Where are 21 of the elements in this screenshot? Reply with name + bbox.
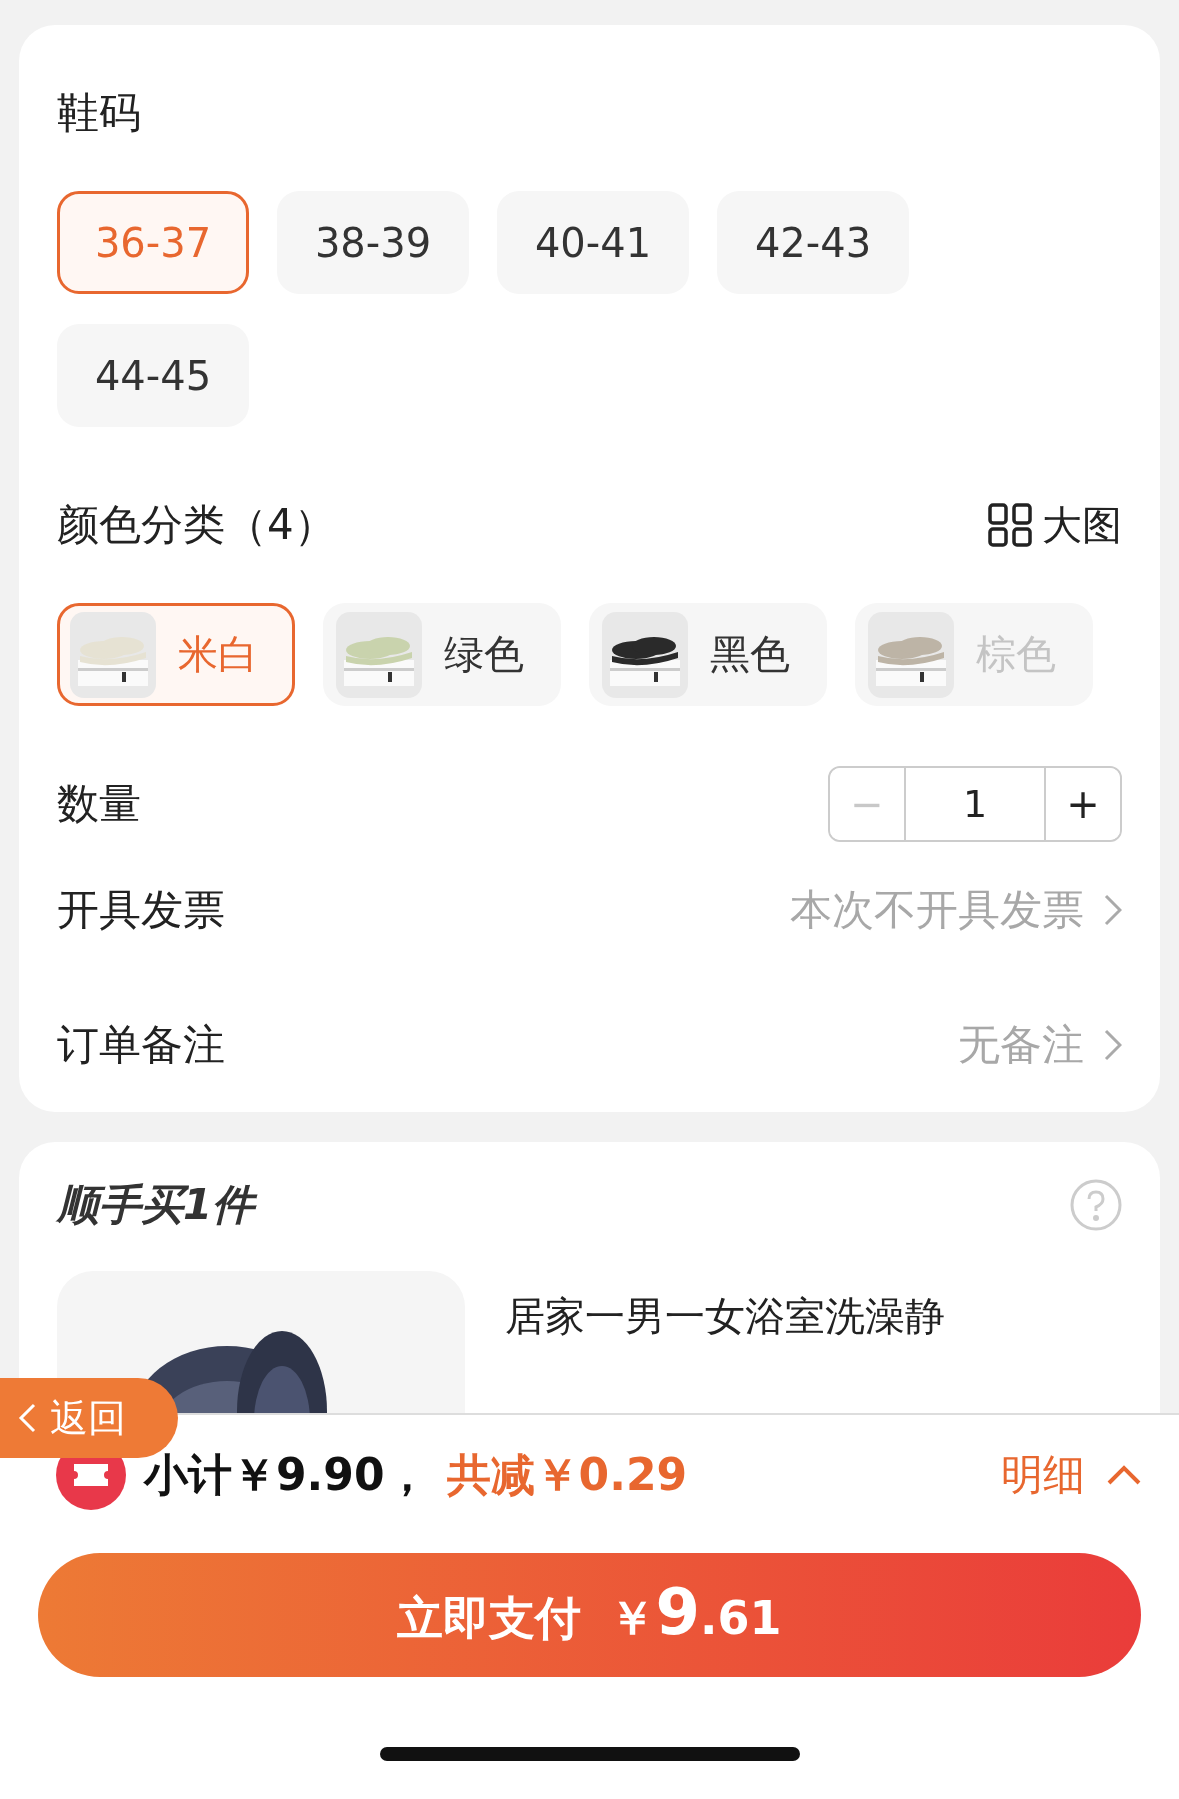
chevron-left-icon: [18, 1403, 36, 1433]
size-option[interactable]: 40-41: [497, 191, 689, 294]
chevron-right-icon: [1104, 893, 1122, 926]
size-option[interactable]: 42-43: [717, 191, 909, 294]
product-title: 居家一男一女浴室洗澡静: [505, 1292, 945, 1341]
size-option[interactable]: 44-45: [57, 324, 249, 427]
row-label: 开具发票: [57, 883, 225, 936]
color-option[interactable]: 黑色: [589, 603, 827, 706]
size-option[interactable]: 38-39: [277, 191, 469, 294]
row-label: 订单备注: [57, 1018, 225, 1071]
help-icon[interactable]: [1070, 1179, 1122, 1231]
section-title: 颜色分类（4）: [57, 499, 336, 551]
color-option[interactable]: 绿色: [323, 603, 561, 706]
chevron-up-icon: [1107, 1465, 1141, 1485]
quantity-label: 数量: [57, 778, 141, 830]
grid-icon: [988, 503, 1032, 547]
discount-text: 共减￥0.29: [446, 1447, 688, 1502]
chevron-right-icon: [1104, 1028, 1122, 1061]
section-title: 鞋码: [57, 87, 142, 139]
pay-button[interactable]: 立即支付 ￥9.61: [38, 1553, 1141, 1677]
large-image-button[interactable]: 大图: [988, 497, 1122, 553]
